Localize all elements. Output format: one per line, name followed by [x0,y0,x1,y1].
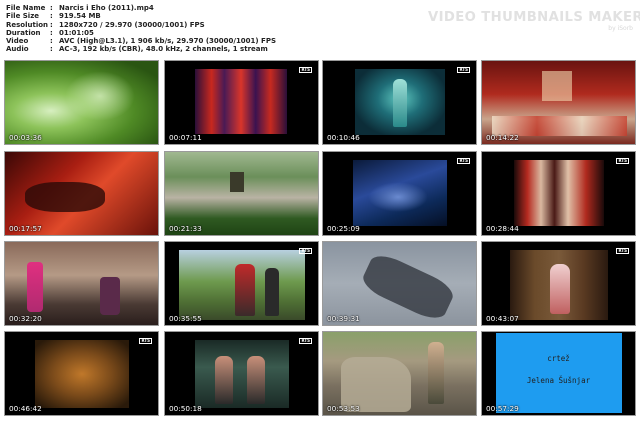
thumbnail-scene [165,152,318,235]
thumbnail-figure [100,277,120,315]
thumbnail[interactable]: 00:32:20 [4,241,159,326]
timestamp: 00:14:22 [486,133,519,142]
thumbnail[interactable]: RTS 00:50:18 [164,331,319,416]
thumbnail-scene [195,340,289,408]
thumbnail[interactable]: 00:21:33 [164,151,319,236]
thumbnail[interactable]: 00:53:53 [322,331,477,416]
thumbnail-scene [514,160,604,226]
channel-logo: RTS [457,158,470,164]
channel-logo: RTS [616,248,629,254]
credit-line: Jelena Šušnjar [526,376,591,385]
thumbnail-figure [550,264,570,314]
thumbnail-figure [393,79,407,127]
timestamp: 00:35:55 [169,314,202,323]
timestamp: 00:28:44 [486,224,519,233]
thumbnail[interactable]: 00:03:36 [4,60,159,145]
timestamp: 00:39:31 [327,314,360,323]
timestamp: 00:03:36 [9,133,42,142]
timestamp: 00:46:42 [9,404,42,413]
thumbnail-figure [428,342,444,404]
timestamp: 00:25:09 [327,224,360,233]
thumbnail[interactable]: 00:39:31 [322,241,477,326]
timestamp: 00:07:11 [169,133,202,142]
timestamp: 00:53:53 [327,404,360,413]
thumbnail-scene [35,340,129,408]
channel-logo: RTS [299,67,312,73]
thumbnail-detail [542,71,572,101]
thumbnail-figure [235,264,255,316]
channel-logo: RTS [616,158,629,164]
channel-logo: RTS [139,338,152,344]
thumbnail-scene [195,69,287,134]
thumbnail-scene [496,333,622,413]
thumbnail[interactable]: RTS 00:35:55 [164,241,319,326]
timestamp: 00:57:29 [486,404,519,413]
timestamp: 00:10:46 [327,133,360,142]
thumbnail-grid: 00:03:36 RTS 00:07:11 RTS 00:10:46 00:14… [0,0,640,422]
thumbnail[interactable]: RTS 00:25:09 [322,151,477,236]
thumbnail[interactable]: 00:17:57 [4,151,159,236]
thumbnail[interactable]: RTS 00:10:46 [322,60,477,145]
timestamp: 00:43:07 [486,314,519,323]
timestamp: 00:21:33 [169,224,202,233]
credit-line: crtež [547,354,570,363]
thumbnail[interactable]: crtež Jelena Šušnjar 00:57:29 [481,331,636,416]
thumbnail-figure [265,268,279,316]
thumbnail[interactable]: 00:14:22 [481,60,636,145]
thumbnail-figure [25,182,105,212]
thumbnail-scene-detail [65,71,135,121]
timestamp: 00:17:57 [9,224,42,233]
thumbnail-detail [230,172,244,192]
thumbnail[interactable]: RTS 00:28:44 [481,151,636,236]
timestamp: 00:50:18 [169,404,202,413]
thumbnail-detail [368,182,428,212]
timestamp: 00:32:20 [9,314,42,323]
thumbnail[interactable]: RTS 00:07:11 [164,60,319,145]
thumbnail[interactable]: RTS 00:46:42 [4,331,159,416]
channel-logo: RTS [299,248,312,254]
channel-logo: RTS [457,67,470,73]
thumbnail-figure [247,356,265,404]
thumbnail[interactable]: RTS 00:43:07 [481,241,636,326]
thumbnail-figure [215,356,233,404]
channel-logo: RTS [299,338,312,344]
thumbnail-figure [27,262,43,312]
